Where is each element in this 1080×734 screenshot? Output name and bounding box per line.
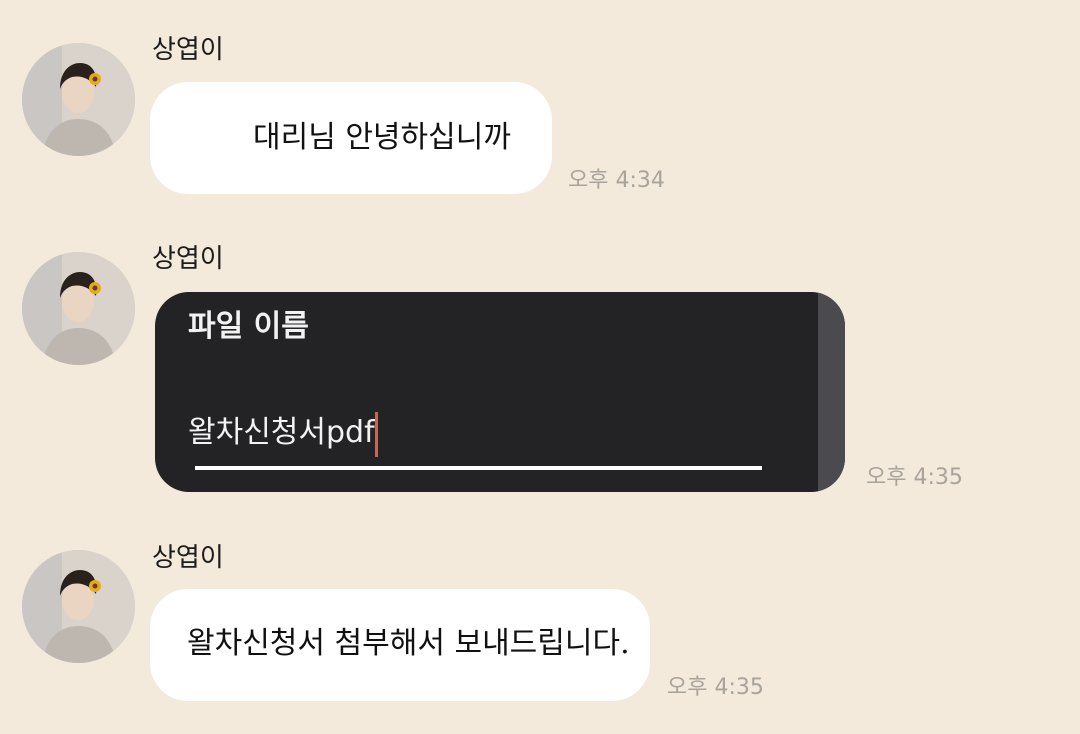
input-underline bbox=[195, 466, 762, 470]
file-name-field: 왈차신청서pdf bbox=[188, 415, 375, 450]
profile-photo-icon bbox=[22, 43, 135, 156]
profile-photo-icon bbox=[22, 252, 135, 365]
message-text: 대리님 안녕하십니까 bbox=[253, 120, 511, 155]
file-name-title: 파일 이름 bbox=[188, 309, 309, 344]
message-time: 오후 4:35 bbox=[667, 675, 764, 700]
sender-name: 상엽이 bbox=[152, 543, 224, 573]
sender-avatar[interactable] bbox=[22, 252, 135, 365]
message-bubble[interactable]: 왈차신청서 첨부해서 보내드립니다. bbox=[150, 589, 650, 701]
file-name-image-card[interactable]: 파일 이름 왈차신청서pdf bbox=[155, 292, 845, 492]
sender-avatar[interactable] bbox=[22, 550, 135, 663]
sender-avatar[interactable] bbox=[22, 43, 135, 156]
sender-name: 상엽이 bbox=[152, 244, 224, 274]
text-cursor bbox=[375, 412, 378, 457]
profile-photo-icon bbox=[22, 550, 135, 663]
message-time: 오후 4:35 bbox=[866, 465, 963, 490]
card-edge bbox=[818, 292, 845, 492]
message-text: 왈차신청서 첨부해서 보내드립니다. bbox=[187, 626, 630, 661]
sender-name: 상엽이 bbox=[152, 35, 224, 65]
message-time: 오후 4:34 bbox=[568, 168, 665, 193]
message-bubble[interactable]: 대리님 안녕하십니까 bbox=[150, 82, 552, 194]
